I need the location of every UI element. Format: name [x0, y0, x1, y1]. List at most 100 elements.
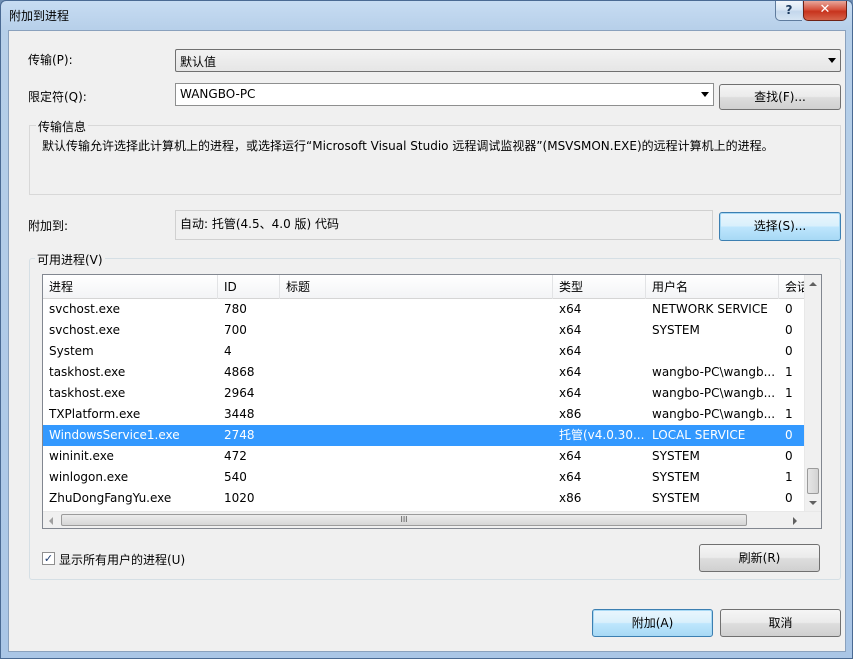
- table-row[interactable]: TXPlatform.exe 3448 x86 wangbo-PC\wangb... 1: [43, 404, 806, 425]
- cancel-button[interactable]: 取消: [720, 609, 841, 637]
- show-all-users-label[interactable]: 显示所有用户的进程(U): [59, 551, 185, 568]
- cell-type: x86: [559, 491, 582, 505]
- column-header-type[interactable]: 类型: [553, 275, 646, 299]
- vertical-scrollbar[interactable]: [804, 275, 821, 512]
- cell-id: 3448: [224, 407, 255, 421]
- column-header-id[interactable]: ID: [218, 275, 280, 299]
- cell-username: NETWORK SERVICE: [652, 302, 768, 316]
- show-all-users-checkbox[interactable]: ✓: [42, 552, 55, 565]
- cell-session: 1: [785, 407, 793, 421]
- cell-process: ZhuDongFangYu.exe: [49, 491, 172, 505]
- attach-to-field: 自动: 托管(4.5、4.0 版) 代码: [175, 210, 713, 240]
- chevron-down-icon[interactable]: [701, 92, 709, 97]
- cell-session: 0: [785, 323, 793, 337]
- cell-type: x64: [559, 470, 582, 484]
- cell-process: TXPlatform.exe: [49, 407, 141, 421]
- cell-process: svchost.exe: [49, 323, 120, 337]
- cell-session: 0: [785, 302, 793, 316]
- cell-username: wangbo-PC\wangb...: [652, 365, 776, 379]
- transport-value: 默认值: [180, 55, 217, 69]
- cell-username: SYSTEM: [652, 470, 700, 484]
- cell-session: 0: [785, 428, 793, 442]
- cell-title: [280, 299, 553, 320]
- cell-process: taskhost.exe: [49, 386, 126, 400]
- cell-title: [280, 404, 553, 425]
- cell-title: [280, 383, 553, 404]
- table-row[interactable]: WindowsService1.exe 2748 托管(v4.0.30... LOCA…: [43, 425, 806, 446]
- column-header-title[interactable]: 标题: [280, 275, 553, 299]
- cell-session: 1: [785, 365, 793, 379]
- column-header-username[interactable]: 用户名: [646, 275, 779, 299]
- cell-id: 700: [224, 323, 247, 337]
- column-header-session[interactable]: 会话: [779, 275, 806, 299]
- cell-process: wininit.exe: [49, 449, 114, 463]
- scroll-up-icon[interactable]: [809, 282, 817, 286]
- cell-username: wangbo-PC\wangb...: [652, 407, 776, 421]
- cell-title: [280, 488, 553, 509]
- help-button[interactable]: ?: [775, 1, 802, 21]
- transport-dropdown[interactable]: 默认值: [175, 49, 841, 72]
- close-button[interactable]: ✕: [803, 1, 847, 21]
- attach-to-label: 附加到:: [28, 219, 69, 233]
- cell-type: x64: [559, 386, 582, 400]
- find-button[interactable]: 查找(F)...: [719, 84, 841, 110]
- transport-info-title: 传输信息: [36, 118, 89, 135]
- process-list-header: 进程 ID 标题 类型 用户名 会话: [43, 275, 806, 299]
- cell-id: 472: [224, 449, 247, 463]
- cell-process: taskhost.exe: [49, 365, 126, 379]
- transport-info-box: [29, 125, 841, 195]
- cell-process: System: [49, 344, 94, 358]
- table-row[interactable]: svchost.exe 780 x64 NETWORK SERVICE 0: [43, 299, 806, 320]
- cell-type: x64: [559, 344, 582, 358]
- attach-to-process-dialog: 附加到进程 ? ✕ 传输(P): 默认值 限定符(Q): WANGBO-PC 查…: [0, 0, 853, 659]
- cell-title: [280, 467, 553, 488]
- table-row[interactable]: ZhuDongFangYu.exe 1020 x86 SYSTEM 0: [43, 488, 806, 509]
- title-bar[interactable]: 附加到进程 ? ✕: [1, 1, 852, 31]
- cell-id: 4: [224, 344, 232, 358]
- column-header-process[interactable]: 进程: [43, 275, 218, 299]
- table-row[interactable]: wininit.exe 472 x64 SYSTEM 0: [43, 446, 806, 467]
- table-row[interactable]: taskhost.exe 4868 x64 wangbo-PC\wangb... 1: [43, 362, 806, 383]
- cell-title: [280, 446, 553, 467]
- table-row[interactable]: svchost.exe 700 x64 SYSTEM 0: [43, 320, 806, 341]
- available-processes-title: 可用进程(V): [35, 251, 105, 268]
- attach-button[interactable]: 附加(A): [592, 609, 713, 637]
- horizontal-scrollbar[interactable]: III: [43, 511, 821, 528]
- cell-title: [280, 425, 553, 446]
- cell-process: WindowsService1.exe: [49, 428, 180, 442]
- cell-username: SYSTEM: [652, 323, 700, 337]
- scroll-down-icon[interactable]: [809, 501, 817, 505]
- cell-type: 托管(v4.0.30...: [559, 428, 645, 442]
- cell-username: wangbo-PC\wangb...: [652, 386, 776, 400]
- horizontal-scroll-thumb[interactable]: III: [61, 514, 747, 526]
- cell-session: 1: [785, 386, 793, 400]
- qualifier-value: WANGBO-PC: [180, 87, 256, 101]
- cell-title: [280, 341, 553, 362]
- cell-username: [646, 341, 779, 362]
- cell-session: 0: [785, 449, 793, 463]
- vertical-scroll-thumb[interactable]: [807, 468, 819, 494]
- dialog-client-area: 传输(P): 默认值 限定符(Q): WANGBO-PC 查找(F)... 传输…: [8, 30, 846, 652]
- cell-id: 1020: [224, 491, 255, 505]
- scroll-right-icon[interactable]: [793, 517, 797, 525]
- transport-info-text: 默认传输允许选择此计算机上的进程，或选择运行“Microsoft Visual …: [42, 139, 774, 153]
- cell-username: LOCAL SERVICE: [652, 428, 746, 442]
- cell-id: 4868: [224, 365, 255, 379]
- cell-process: winlogon.exe: [49, 470, 129, 484]
- table-row[interactable]: System 4 x64 0: [43, 341, 806, 362]
- cell-process: svchost.exe: [49, 302, 120, 316]
- transport-label: 传输(P):: [28, 53, 73, 67]
- refresh-button[interactable]: 刷新(R): [699, 544, 820, 572]
- process-list[interactable]: 进程 ID 标题 类型 用户名 会话 svchost.exe 780 x64 NETW…: [42, 274, 822, 529]
- qualifier-label: 限定符(Q):: [28, 90, 87, 104]
- cell-id: 780: [224, 302, 247, 316]
- cell-type: x64: [559, 449, 582, 463]
- table-row[interactable]: taskhost.exe 2964 x64 wangbo-PC\wangb... 1: [43, 383, 806, 404]
- attach-to-value: 自动: 托管(4.5、4.0 版) 代码: [180, 217, 340, 231]
- scroll-left-icon[interactable]: [49, 517, 53, 525]
- cell-id: 540: [224, 470, 247, 484]
- table-row[interactable]: winlogon.exe 540 x64 SYSTEM 1: [43, 467, 806, 488]
- cell-username: SYSTEM: [652, 449, 700, 463]
- select-code-type-button[interactable]: 选择(S)...: [719, 212, 841, 241]
- qualifier-combobox[interactable]: WANGBO-PC: [175, 83, 714, 106]
